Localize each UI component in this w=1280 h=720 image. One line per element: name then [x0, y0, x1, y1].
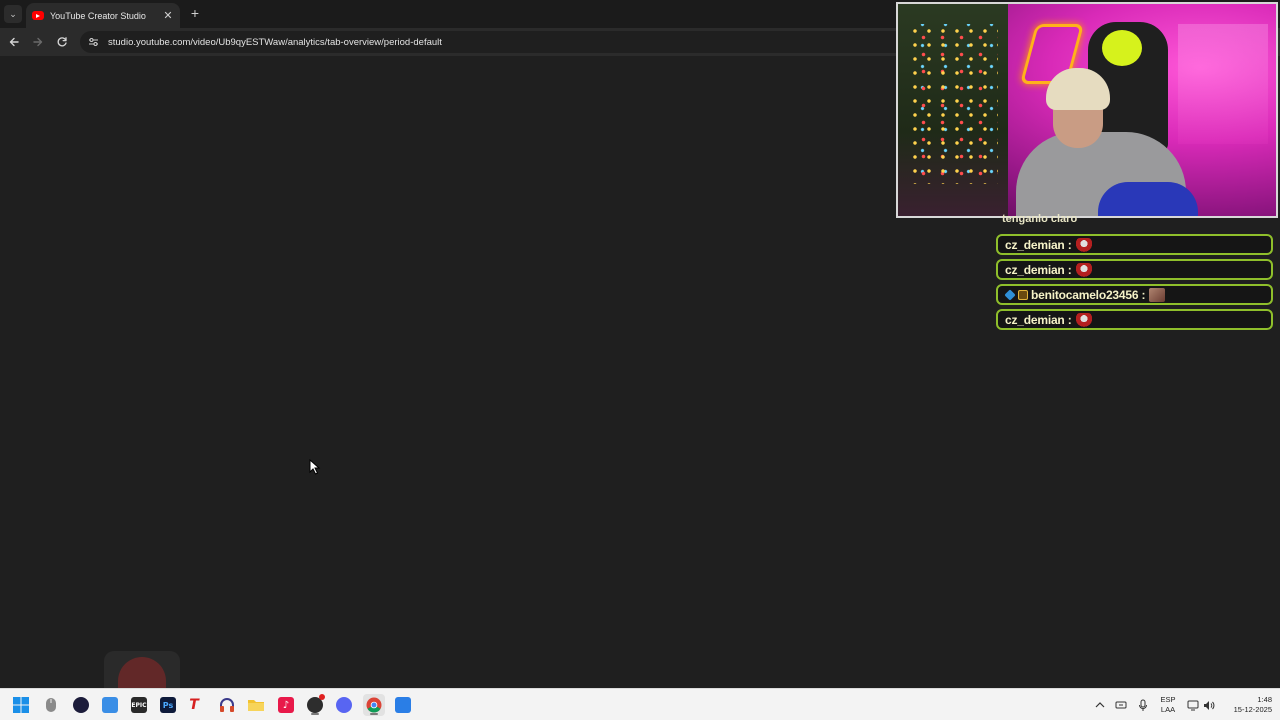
tiktok-icon: ♪	[278, 697, 294, 713]
running-indicator	[311, 713, 319, 715]
tray-sync-button[interactable]	[1113, 689, 1129, 720]
webcam-feed	[896, 2, 1278, 218]
notification-dot	[319, 694, 325, 700]
input-language-indicator[interactable]: ESP LAA	[1156, 695, 1180, 715]
taskbar-discord[interactable]	[333, 694, 355, 716]
notepad-icon	[102, 697, 118, 713]
close-icon[interactable]: ✕	[162, 9, 174, 22]
chevron-up-icon	[1095, 702, 1105, 708]
microphone-icon	[1139, 699, 1147, 711]
reload-icon	[57, 37, 67, 47]
chair-logo	[1102, 30, 1142, 66]
tree-lights	[908, 24, 998, 184]
chrome-icon	[366, 697, 382, 713]
taskbar-tiktok[interactable]: ♪	[275, 694, 297, 716]
taskbar-obs-studio[interactable]	[304, 694, 326, 716]
taskbar-headphones-app[interactable]	[216, 694, 238, 716]
arrow-left-icon	[9, 37, 19, 47]
headphones-icon	[220, 698, 234, 712]
tray-volume-button[interactable]	[1201, 689, 1217, 720]
tab-title: YouTube Creator Studio	[50, 10, 146, 21]
taskbar-notepad-app[interactable]	[99, 694, 121, 716]
network-icon	[1187, 700, 1199, 710]
taskbar-epic-games[interactable]: EPIC	[128, 694, 150, 716]
running-indicator	[370, 713, 378, 715]
blue-app-icon	[395, 697, 411, 713]
chat-username: cz_demian :	[1005, 262, 1072, 277]
chevron-down-icon: ⌄	[9, 8, 17, 19]
floating-overlay-bubble	[104, 651, 180, 697]
language-code: ESP	[1160, 695, 1176, 704]
chat-message: cz_demian :	[996, 309, 1273, 330]
tab-search-button[interactable]: ⌄	[4, 5, 22, 23]
keyboard-layout: LAA	[1160, 705, 1176, 714]
arrow-right-icon	[33, 37, 43, 47]
taskbar-media-app[interactable]	[70, 694, 92, 716]
speaker-icon	[1204, 700, 1215, 710]
chat-username: benitocamelo23456 :	[1031, 287, 1146, 302]
background-shelf	[1178, 24, 1268, 144]
system-clock[interactable]: 1:48 15-12-2025	[1222, 695, 1272, 715]
emote-icon	[1075, 312, 1092, 327]
forward-button[interactable]	[30, 34, 46, 50]
tray-microphone-button[interactable]	[1135, 689, 1151, 720]
youtube-icon	[32, 11, 44, 20]
blue-gem-badge-icon	[1004, 288, 1016, 301]
emote-icon	[1075, 262, 1092, 277]
folder-icon	[248, 700, 264, 711]
streamer-arm	[1098, 182, 1198, 216]
mouse-cursor-icon	[309, 459, 321, 475]
taskbar-text-app[interactable]: T	[183, 694, 205, 716]
taskbar-file-explorer[interactable]	[245, 694, 267, 716]
reload-button[interactable]	[54, 34, 70, 50]
epic-games-icon: EPIC	[131, 697, 147, 713]
url-text[interactable]: studio.youtube.com/video/Ub9qyESTWaw/ana…	[108, 37, 442, 48]
media-icon	[73, 697, 89, 713]
clock-date: 15-12-2025	[1233, 705, 1272, 714]
text-app-icon: T	[189, 697, 199, 713]
site-info-icon[interactable]	[88, 36, 100, 48]
discord-icon	[336, 697, 352, 713]
chat-message: cz_demian :	[996, 259, 1273, 280]
windows-logo-icon	[13, 697, 29, 713]
mouse-icon	[46, 698, 56, 712]
sync-icon	[1115, 701, 1127, 709]
chat-message: benitocamelo23456 :	[996, 284, 1273, 305]
show-hidden-icons-button[interactable]	[1092, 689, 1108, 720]
chat-username: cz_demian :	[1005, 312, 1072, 327]
chat-username: cz_demian :	[1005, 237, 1072, 252]
taskbar-chrome[interactable]	[363, 694, 385, 716]
chat-partial-message: tenganlo claro	[1002, 213, 1078, 225]
emote-icon	[1075, 237, 1092, 252]
image-emote-icon	[1149, 287, 1166, 302]
crown-badge-icon	[1018, 289, 1028, 300]
taskbar: EPIC Ps T ♪ ESP LAA 1:48 15-12-2025	[0, 688, 1280, 720]
chat-message: cz_demian :	[996, 234, 1273, 255]
taskbar-mouse-app[interactable]	[40, 694, 62, 716]
taskbar-photoshop[interactable]: Ps	[157, 694, 179, 716]
back-button[interactable]	[6, 34, 22, 50]
tab-youtube-creator-studio[interactable]: YouTube Creator Studio ✕	[26, 3, 180, 28]
new-tab-button[interactable]: +	[188, 5, 202, 21]
photoshop-icon: Ps	[160, 697, 176, 713]
clock-time: 1:48	[1257, 695, 1272, 704]
tray-network-button[interactable]	[1185, 689, 1201, 720]
taskbar-blue-app[interactable]	[392, 694, 414, 716]
start-button[interactable]	[10, 694, 32, 716]
